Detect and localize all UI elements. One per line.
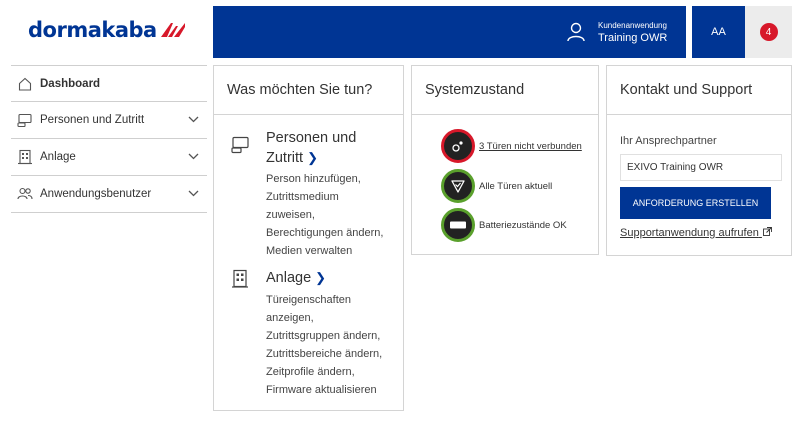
sidebar-item-label: Anwendungsbenutzer (40, 188, 152, 200)
door-disconnected-icon (441, 129, 475, 163)
notification-badge: 4 (759, 23, 778, 41)
status-battery-ok: Batteriezustände OK (441, 208, 567, 242)
partner-field: EXIVO Training OWR (620, 154, 782, 181)
users-icon (17, 187, 33, 200)
action-personen-und-zutritt[interactable]: Personen und Zutritt ❯ (266, 128, 356, 168)
user-initials-button[interactable]: AA (692, 6, 745, 58)
desc-line: Berechtigungen ändern, (266, 227, 384, 239)
action-title-line1: Anlage (266, 270, 312, 286)
desc-line: zuweisen, (266, 209, 315, 221)
actions-card: Was möchten Sie tun? Personen und Zutrit… (213, 65, 404, 411)
battery-icon (441, 208, 475, 242)
desc-line: Zeitprofile ändern, (266, 366, 355, 378)
card-title: Kontakt und Support (607, 66, 791, 115)
app-label-small: Kundenanwendung (598, 21, 667, 30)
chevron-right-icon: ❯ (307, 150, 318, 165)
sidebar-item-dashboard[interactable]: Dashboard (11, 65, 207, 102)
desc-line: Türeigenschaften (266, 294, 351, 306)
partner-label: Ihr Ansprechpartner (620, 135, 717, 147)
chevron-down-icon[interactable] (188, 153, 199, 160)
top-bar: Kundenanwendung Training OWR (213, 6, 686, 58)
dormakaba-logo[interactable]: dormakaba (28, 18, 185, 42)
person-card-icon (231, 136, 249, 154)
support-link[interactable]: Supportanwendung aufrufen (620, 227, 772, 239)
desc-line: Zutrittsmedium (266, 191, 339, 203)
desc-line: Zutrittsbereiche ändern, (266, 348, 383, 360)
person-card-icon (17, 113, 32, 128)
action-description: Türeigenschaften anzeigen, Zutrittsgrupp… (266, 291, 382, 399)
action-description: Person hinzufügen, Zutrittsmedium zuweis… (266, 170, 383, 260)
card-title: Systemzustand (412, 66, 598, 115)
status-text[interactable]: 3 Türen nicht verbunden (479, 141, 582, 152)
sidebar-item-anlage[interactable]: Anlage (11, 139, 207, 176)
action-title-line2: Zutritt (266, 150, 304, 166)
desc-line: Person hinzufügen, (266, 173, 361, 185)
action-title-line1: Personen und (266, 130, 357, 146)
card-title: Was möchten Sie tun? (214, 66, 403, 115)
status-doors-not-connected[interactable]: 3 Türen nicht verbunden (441, 129, 582, 163)
logo-mark-icon (160, 23, 185, 37)
status-doors-up-to-date: Alle Türen aktuell (441, 169, 552, 203)
sidebar: Dashboard Personen und Zutritt Anlage An… (11, 65, 207, 213)
sidebar-item-label: Personen und Zutritt (40, 114, 145, 126)
home-icon (18, 77, 32, 91)
sidebar-item-personen-und-zutritt[interactable]: Personen und Zutritt (11, 102, 207, 139)
system-status-card: Systemzustand 3 Türen nicht verbunden Al… (411, 65, 599, 255)
desc-line: Zutrittsgruppen ändern, (266, 330, 381, 342)
chevron-down-icon[interactable] (188, 116, 199, 123)
shield-check-icon (441, 169, 475, 203)
user-icon[interactable] (566, 22, 586, 42)
support-link-text: Supportanwendung aufrufen (620, 227, 759, 239)
status-text: Alle Türen aktuell (479, 180, 553, 192)
status-text: Batteriezustände OK (479, 219, 567, 231)
notifications-button[interactable]: 4 (745, 6, 792, 58)
building-icon (232, 269, 248, 288)
contact-support-card: Kontakt und Support Ihr Ansprechpartner … (606, 65, 792, 256)
desc-line: Firmware aktualisieren (266, 384, 377, 396)
sidebar-item-label: Anlage (40, 151, 76, 163)
sidebar-item-label: Dashboard (40, 77, 101, 90)
app-name[interactable]: Training OWR (598, 32, 667, 44)
logo-text: dormakaba (28, 18, 157, 42)
create-request-button[interactable]: ANFORDERUNG ERSTELLEN (620, 187, 771, 219)
desc-line: Medien verwalten (266, 245, 353, 257)
chevron-right-icon: ❯ (315, 270, 327, 285)
action-anlage[interactable]: Anlage ❯ (266, 268, 326, 288)
chevron-down-icon[interactable] (188, 190, 199, 197)
external-link-icon (762, 227, 772, 236)
desc-line: anzeigen, (266, 312, 314, 324)
sidebar-item-anwendungsbenutzer[interactable]: Anwendungsbenutzer (11, 176, 207, 213)
building-icon (18, 149, 32, 165)
